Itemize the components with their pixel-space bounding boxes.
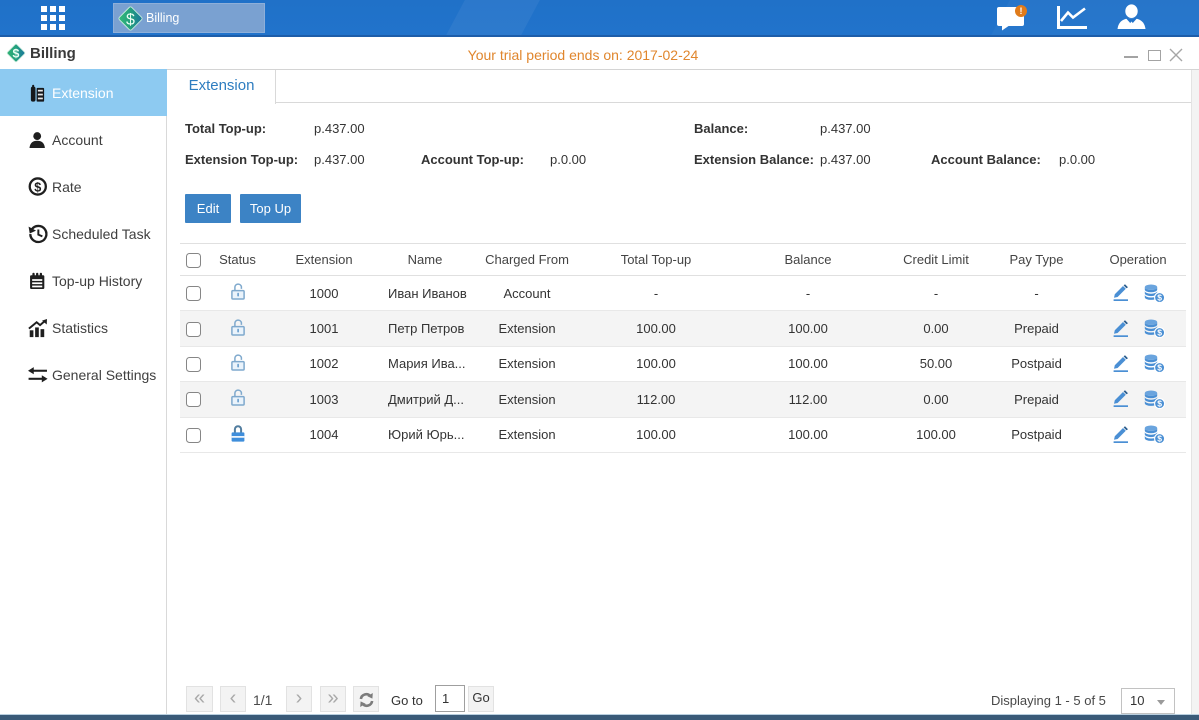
svg-text:$: $ — [13, 46, 20, 60]
svg-text:$: $ — [126, 11, 135, 28]
svg-text:$: $ — [34, 181, 41, 195]
svg-text:!: ! — [1020, 6, 1023, 16]
